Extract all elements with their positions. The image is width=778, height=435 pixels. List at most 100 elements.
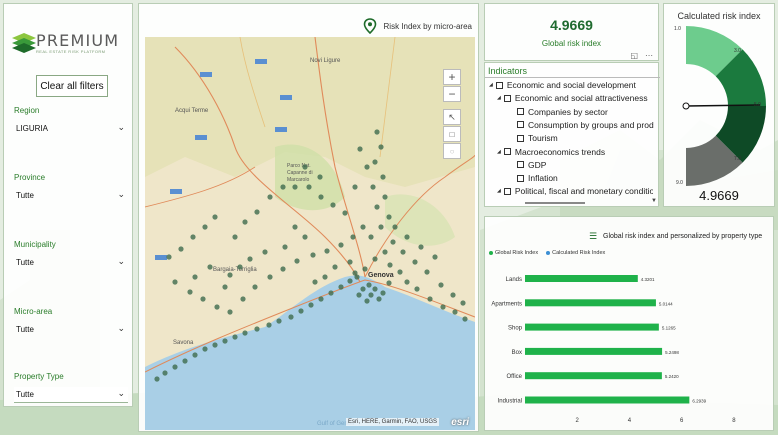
indicator-item[interactable]: Inflation — [509, 173, 558, 183]
province-select[interactable]: Tutte ⌄ — [14, 188, 128, 204]
bar[interactable] — [525, 396, 690, 404]
gauge-tick: 9.0 — [676, 180, 683, 186]
risk-point — [452, 309, 458, 315]
checkbox[interactable] — [517, 134, 524, 142]
kpi-value: 4.9669 — [550, 17, 593, 33]
risk-point — [192, 352, 198, 358]
checkbox[interactable] — [517, 174, 524, 182]
bar[interactable] — [525, 275, 638, 282]
expand-arrow-icon[interactable]: ◢ — [497, 188, 501, 194]
risk-point — [227, 309, 233, 315]
chevron-down-icon: ⌄ — [117, 388, 125, 398]
region-select[interactable]: LIGURIA ⌄ — [14, 121, 128, 137]
risk-point — [302, 234, 308, 240]
scroll-thumb[interactable] — [525, 202, 585, 204]
risk-point — [427, 296, 433, 302]
risk-point — [227, 272, 233, 278]
lasso-select-icon[interactable]: ○ — [443, 143, 461, 159]
select-pointer-icon[interactable]: ↖ — [443, 109, 461, 125]
risk-point — [330, 202, 336, 208]
zoom-out-button[interactable]: − — [443, 86, 461, 102]
risk-point — [237, 264, 243, 270]
micro-area-select[interactable]: Tutte ⌄ — [14, 322, 128, 338]
bar[interactable] — [525, 372, 662, 380]
risk-point — [276, 318, 282, 324]
indicator-item[interactable]: ◢ Economic and social development — [489, 80, 636, 90]
checkbox[interactable] — [517, 121, 524, 129]
zoom-in-button[interactable]: + — [443, 69, 461, 85]
risk-point — [378, 224, 384, 230]
indicator-item[interactable]: ◢ Political, fiscal and monetary conditio — [497, 186, 653, 196]
bar[interactable] — [525, 347, 663, 355]
bar[interactable] — [525, 323, 659, 331]
checkbox[interactable] — [503, 187, 511, 195]
risk-point — [397, 269, 403, 275]
risk-point — [328, 290, 334, 296]
risk-point — [404, 234, 410, 240]
indicator-label: Inflation — [528, 173, 558, 184]
risk-point — [254, 209, 260, 215]
checkbox[interactable] — [517, 108, 524, 116]
map-attribution: Esri, HERE, Garmin, FAO, USGS — [345, 418, 439, 426]
risk-point — [374, 129, 380, 135]
bar[interactable] — [525, 299, 656, 307]
gauge-panel: Calculated risk index 1.0 3.0 5.0 7.0 9.… — [663, 3, 775, 207]
risk-point — [302, 164, 308, 170]
risk-point — [312, 279, 318, 285]
risk-point — [267, 194, 273, 200]
risk-point — [318, 194, 324, 200]
risk-point — [292, 184, 298, 190]
more-options-icon[interactable]: ⋯ — [645, 51, 653, 60]
indicator-item[interactable]: ◢ Macroeconomics trends — [497, 147, 605, 157]
risk-point — [372, 159, 378, 165]
indicator-label: Companies by sector — [528, 106, 608, 117]
risk-point — [318, 296, 324, 302]
clear-filters-button[interactable]: Clear all filters — [36, 75, 108, 97]
risk-point — [240, 296, 246, 302]
risk-point — [222, 338, 228, 344]
gauge-tick: 3.0 — [734, 48, 741, 54]
risk-point — [202, 224, 208, 230]
risk-point — [352, 184, 358, 190]
indicator-item[interactable]: Consumption by groups and produ — [509, 120, 654, 130]
risk-point — [212, 214, 218, 220]
risk-point — [390, 239, 396, 245]
checkbox[interactable] — [495, 81, 503, 89]
risk-point — [322, 274, 328, 280]
risk-point — [347, 278, 353, 284]
data-label: 5.1265 — [662, 326, 676, 331]
risk-point — [190, 234, 196, 240]
expand-arrow-icon[interactable]: ◢ — [497, 149, 501, 155]
risk-point — [172, 279, 178, 285]
micro-area-label: Micro-area — [14, 307, 53, 316]
expand-arrow-icon[interactable]: ◢ — [497, 95, 501, 101]
indicators-header: Indicators — [488, 66, 528, 76]
category-label: Lands — [506, 277, 522, 283]
risk-point — [368, 292, 374, 298]
logo-subtitle: REAL ESTATE RISK PLATFORM — [36, 49, 106, 54]
risk-point — [412, 259, 418, 265]
scrollbar[interactable]: ▼ — [651, 198, 657, 204]
municipality-select[interactable]: Tutte ⌄ — [14, 255, 128, 271]
gauge-tick: 1.0 — [674, 26, 681, 32]
risk-point — [364, 298, 370, 304]
risk-point — [347, 259, 353, 265]
expand-arrow-icon[interactable]: ◢ — [489, 82, 493, 88]
risk-map[interactable]: Gulf of Genoa Novi Ligure Acqui Terme Pa… — [145, 37, 475, 430]
checkbox[interactable] — [517, 161, 524, 169]
indicator-item[interactable]: GDP — [509, 160, 546, 170]
checkbox[interactable] — [503, 94, 511, 102]
risk-point — [438, 282, 444, 288]
property-type-select[interactable]: Tutte ⌄ — [14, 387, 128, 403]
checkbox[interactable] — [503, 148, 511, 155]
risk-point — [310, 252, 316, 258]
risk-point — [386, 214, 392, 220]
region-value: LIGURIA — [16, 124, 49, 133]
category-label: Industrial — [498, 399, 522, 405]
indicator-item[interactable]: Companies by sector — [509, 107, 608, 117]
indicator-item[interactable]: ◢ Economic and social attractiveness — [497, 93, 648, 103]
focus-mode-icon[interactable]: ◱ — [630, 51, 638, 60]
indicator-item[interactable]: Tourism — [509, 133, 558, 143]
chevron-down-icon: ⌄ — [117, 122, 125, 132]
rect-select-icon[interactable]: □ — [443, 126, 461, 142]
